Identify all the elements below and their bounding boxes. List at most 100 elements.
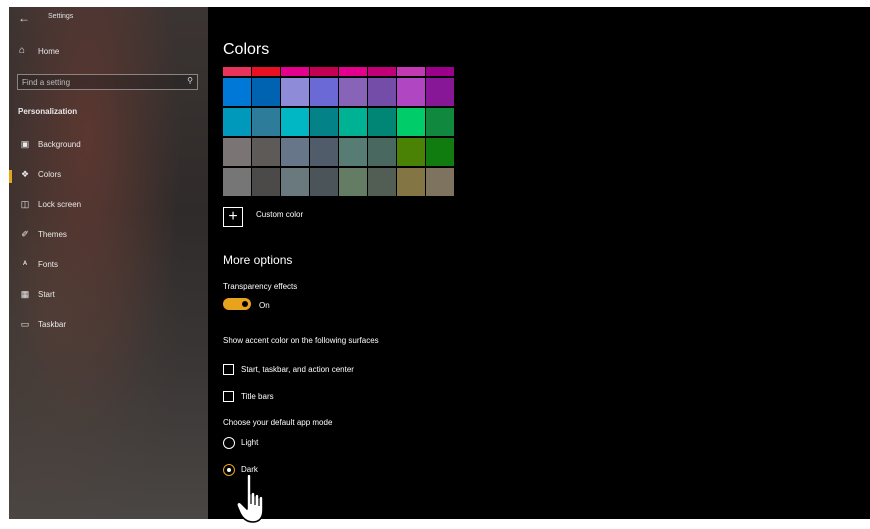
sidebar-item-themes[interactable]: ✐ Themes (9, 221, 208, 251)
selection-indicator (9, 140, 12, 153)
color-swatch[interactable] (426, 78, 454, 106)
color-swatch[interactable] (223, 108, 251, 136)
sidebar-item-label: Lock screen (38, 200, 82, 209)
swatch-row (223, 67, 455, 76)
sidebar: ← Settings ⌂ Home ⚲ Personalization ▣ Ba… (9, 7, 208, 519)
color-swatch[interactable] (281, 108, 309, 136)
color-swatch[interactable] (368, 168, 396, 196)
sidebar-item-background[interactable]: ▣ Background (9, 131, 208, 161)
color-swatch[interactable] (397, 78, 425, 106)
search-box[interactable]: ⚲ (17, 74, 198, 90)
color-swatch[interactable] (339, 108, 367, 136)
taskbar-icon: ▭ (20, 319, 30, 329)
fonts-icon: ᴬ (22, 259, 28, 269)
brush-icon: ✐ (21, 229, 29, 239)
color-swatch[interactable] (368, 78, 396, 106)
color-swatch[interactable] (281, 168, 309, 196)
transparency-toggle[interactable] (223, 298, 251, 310)
color-swatch[interactable] (397, 168, 425, 196)
selection-indicator (9, 200, 12, 213)
color-swatch[interactable] (397, 108, 425, 136)
swatch-row (223, 108, 455, 136)
toggle-knob (242, 301, 248, 307)
sidebar-item-label: Start (38, 290, 55, 299)
sidebar-item-colors[interactable]: ❖ Colors (9, 161, 208, 191)
sidebar-item-label: Taskbar (38, 320, 67, 329)
accent-surfaces-label: Show accent color on the following surfa… (223, 336, 379, 345)
color-swatch[interactable] (281, 138, 309, 166)
color-swatch[interactable] (368, 108, 396, 136)
plus-icon[interactable]: + (223, 207, 243, 227)
settings-window: ← Settings ⌂ Home ⚲ Personalization ▣ Ba… (9, 7, 870, 519)
color-swatch[interactable] (223, 138, 251, 166)
color-swatch[interactable] (339, 168, 367, 196)
picture-icon: ▣ (20, 139, 30, 149)
sidebar-item-label: Colors (38, 170, 62, 179)
color-swatch[interactable] (426, 138, 454, 166)
hand-pointer-icon (236, 473, 264, 523)
lock-screen-icon: ◫ (20, 199, 30, 209)
checkbox-box[interactable] (223, 391, 234, 402)
search-input[interactable] (18, 75, 172, 89)
selection-indicator (9, 260, 12, 273)
more-options-heading: More options (223, 253, 293, 267)
color-swatch[interactable] (310, 168, 338, 196)
radio-button[interactable] (223, 437, 235, 449)
selection-indicator (9, 230, 12, 243)
color-swatch[interactable] (252, 67, 280, 76)
color-swatch[interactable] (310, 108, 338, 136)
selection-indicator (9, 170, 12, 183)
color-swatch[interactable] (281, 67, 309, 76)
transparency-label: Transparency effects (223, 282, 298, 291)
custom-color-label: Custom color (256, 210, 304, 219)
color-swatch[interactable] (310, 138, 338, 166)
sidebar-item-label: Themes (38, 230, 67, 239)
radio-button[interactable] (223, 464, 235, 476)
sidebar-item-start[interactable]: ▦ Start (9, 281, 208, 311)
section-header: Personalization (18, 107, 78, 116)
color-swatch[interactable] (252, 168, 280, 196)
sidebar-item-taskbar[interactable]: ▭ Taskbar (9, 311, 208, 341)
selection-indicator (9, 320, 12, 333)
checkbox-label: Title bars (241, 392, 274, 401)
color-swatch[interactable] (368, 138, 396, 166)
toggle-state-label: On (259, 301, 270, 310)
color-swatch-grid (223, 67, 455, 198)
sidebar-item-fonts[interactable]: ᴬ Fonts (9, 251, 208, 281)
back-arrow-icon[interactable]: ← (18, 11, 30, 25)
color-swatch[interactable] (281, 78, 309, 106)
home-icon: ⌂ (19, 45, 26, 56)
checkbox-box[interactable] (223, 364, 234, 375)
selection-indicator (9, 290, 12, 303)
color-swatch[interactable] (223, 168, 251, 196)
color-swatch[interactable] (397, 138, 425, 166)
sidebar-item-lock-screen[interactable]: ◫ Lock screen (9, 191, 208, 221)
sidebar-item-label: Fonts (38, 260, 59, 269)
checkbox-label: Start, taskbar, and action center (241, 365, 354, 374)
color-swatch[interactable] (252, 108, 280, 136)
swatch-row (223, 78, 455, 106)
page-title: Colors (223, 41, 270, 58)
sidebar-item-label: Background (38, 140, 81, 149)
color-swatch[interactable] (339, 78, 367, 106)
color-swatch[interactable] (252, 78, 280, 106)
color-swatch[interactable] (310, 78, 338, 106)
color-swatch[interactable] (397, 67, 425, 76)
search-icon[interactable]: ⚲ (187, 76, 193, 85)
color-swatch[interactable] (339, 138, 367, 166)
color-swatch[interactable] (426, 67, 454, 76)
start-icon: ▦ (20, 289, 30, 299)
app-mode-label: Choose your default app mode (223, 418, 333, 427)
color-swatch[interactable] (252, 138, 280, 166)
color-swatch[interactable] (223, 78, 251, 106)
radio-label: Light (241, 438, 259, 447)
color-swatch[interactable] (310, 67, 338, 76)
color-swatch[interactable] (339, 67, 367, 76)
color-swatch[interactable] (368, 67, 396, 76)
color-swatch[interactable] (426, 168, 454, 196)
color-swatch[interactable] (223, 67, 251, 76)
swatch-row (223, 168, 455, 196)
swatch-row (223, 138, 455, 166)
home-nav-item[interactable]: ⌂ Home (9, 45, 208, 63)
color-swatch[interactable] (426, 108, 454, 136)
